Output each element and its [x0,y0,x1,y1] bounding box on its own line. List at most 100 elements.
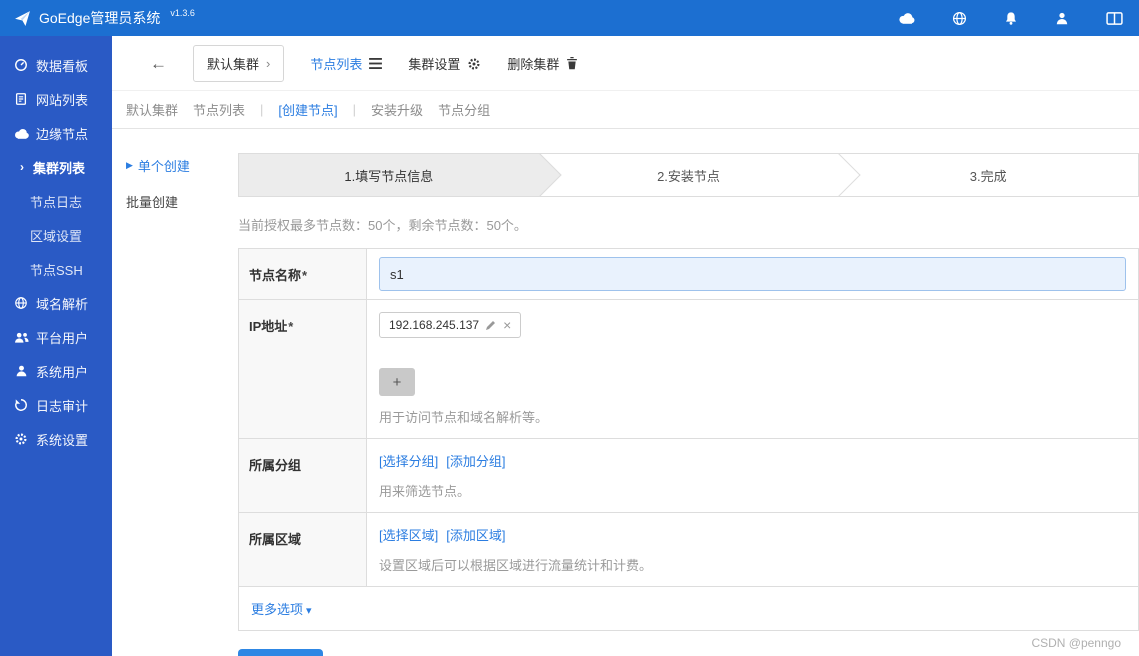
main-area: ← 默认集群 › 节点列表 集群设置 删除集群 默认集群 节点列表 | [创建节… [112,36,1139,656]
add-ip-button[interactable]: + [379,368,415,396]
step-label: 3.完成 [969,168,1007,184]
node-name-input[interactable] [379,257,1126,291]
required-asterisk: * [302,268,308,283]
bell-icon[interactable] [1004,11,1018,26]
remove-ip-icon[interactable]: × [503,318,511,332]
tab-label: 默认集群 [207,57,260,72]
breadcrumb-node-group[interactable]: 节点分组 [438,100,490,119]
add-group-link[interactable]: [添加分组] [446,451,505,470]
breadcrumb: 默认集群 节点列表 | [创建节点] | 安装升级 节点分组 [112,91,1139,129]
sidebar-item-label: 日志审计 [36,398,89,414]
sidebar-item-dashboard[interactable]: 数据看板 [0,48,112,82]
brand: GoEdge管理员系统 v1.3.6 [14,8,195,28]
sidebar-item-system-users[interactable]: 系统用户 [0,354,112,388]
add-region-link[interactable]: [添加区域] [446,525,505,544]
sidebar-item-label: 平台用户 [36,330,89,346]
ip-address-value: 192.168.245.137 [389,318,480,332]
subnav-label: 单个创建 [137,159,190,174]
sidebar-item-node-ssh[interactable]: 节点SSH [0,252,112,286]
topbar: GoEdge管理员系统 v1.3.6 [0,0,1139,36]
tab-label: 节点列表 [310,57,363,72]
ip-help-text: 用于访问节点和域名解析等。 [379,410,549,425]
sidebar-item-audit-logs[interactable]: 日志审计 [0,388,112,422]
list-icon [369,58,383,69]
breadcrumb-node-list[interactable]: 节点列表 [193,100,245,119]
sidebar-item-label: 节点SSH [30,262,83,278]
sidebar-item-label: 边缘节点 [36,126,89,142]
audit-icon [13,398,29,412]
cloud-icon[interactable] [898,12,915,24]
step-label: 2.安装节点 [657,168,720,184]
ime-keyboard-icon[interactable] [1106,11,1123,25]
triangle-marker-icon: ▶ [126,160,133,170]
dashboard-icon [13,58,29,72]
website-list-icon [13,92,29,106]
tabbar: ← 默认集群 › 节点列表 集群设置 删除集群 [112,36,1139,91]
back-button[interactable]: ← [150,55,167,72]
select-region-link[interactable]: [选择区域] [379,525,438,544]
subnav-item-batch-create[interactable]: 批量创建 [126,192,238,211]
form-row-more-options: 更多选项 ▾ [239,587,1138,630]
tab-default-cluster[interactable]: 默认集群 › [193,45,285,82]
node-form: 节点名称* IP地址* 192 [238,248,1139,631]
sidebar-item-website-list[interactable]: 网站列表 [0,82,112,116]
more-options-link[interactable]: 更多选项 ▾ [251,602,312,617]
edit-pencil-icon[interactable] [486,320,496,330]
field-label: 所属区域 [239,513,367,586]
sidebar-item-edge-nodes[interactable]: 边缘节点 [0,116,112,150]
dns-icon [13,296,29,310]
edge-node-icon [13,128,29,139]
form-row-group: 所属分组 [选择分组] [添加分组] 用来筛选节点。 [239,439,1138,513]
breadcrumb-separator: | [260,102,264,117]
create-mode-nav: ▶ 单个创建 批量创建 [126,143,238,656]
quota-text: 当前授权最多节点数：50个，剩余节点数：50个。 [238,218,527,233]
settings-icon [13,432,29,446]
sidebar-item-label: 区域设置 [30,228,83,244]
subnav-label: 批量创建 [126,195,179,210]
user-icon[interactable] [1055,11,1069,26]
sidebar-item-platform-users[interactable]: 平台用户 [0,320,112,354]
sidebar-item-dns[interactable]: 域名解析 [0,286,112,320]
tab-cluster-settings[interactable]: 集群设置 [408,54,481,73]
sidebar-item-label: 系统用户 [36,364,89,380]
content: ▶ 单个创建 批量创建 1.填写节点信息 2.安装节点 3.完成 当前授权最多节… [112,129,1139,656]
watermark: CSDN @penngo [1031,636,1121,650]
field-label: 节点名称* [239,249,367,299]
tab-delete-cluster[interactable]: 删除集群 [507,54,578,73]
required-asterisk: * [288,319,294,334]
select-group-link[interactable]: [选择分组] [379,451,438,470]
tab-node-list[interactable]: 节点列表 [310,54,383,73]
sidebar: 数据看板 网站列表 边缘节点 › 集群列表 节点日志 区域设置 节点SSH 域名… [0,36,112,656]
system-users-icon [13,364,29,378]
sidebar-item-cluster-list[interactable]: › 集群列表 [0,150,112,184]
sidebar-item-label: 集群列表 [33,160,86,176]
wizard-step-3: 3.完成 [838,154,1138,196]
sidebar-item-label: 节点日志 [30,194,83,210]
trash-icon [566,57,578,70]
group-help-text: 用来筛选节点。 [379,484,471,499]
sidebar-item-system-settings[interactable]: 系统设置 [0,422,112,456]
topbar-icons [898,11,1123,26]
create-node-panel: 1.填写节点信息 2.安装节点 3.完成 当前授权最多节点数：50个，剩余节点数… [238,143,1139,656]
step-label: 1.填写节点信息 [344,168,434,184]
sidebar-item-node-logs[interactable]: 节点日志 [0,184,112,218]
active-marker: › [20,160,24,174]
breadcrumb-install-upgrade[interactable]: 安装升级 [371,100,423,119]
sidebar-item-label: 系统设置 [36,432,89,448]
chevron-down-icon: ▾ [306,605,312,617]
globe-icon[interactable] [952,11,967,26]
next-step-button[interactable]: 下一步 [238,649,324,656]
ip-address-tag: 192.168.245.137 × [379,312,522,338]
form-row-node-name: 节点名称* [239,249,1138,300]
form-row-ip: IP地址* 192.168.245.137 × + 用于访问节点和域名解析等。 [239,300,1138,439]
app-version: v1.3.6 [170,8,195,18]
app-title: GoEdge管理员系统 [39,10,161,26]
sidebar-item-region-settings[interactable]: 区域设置 [0,218,112,252]
form-row-region: 所属区域 [选择区域] [添加区域] 设置区域后可以根据区域进行流量统计和计费。 [239,513,1138,587]
subnav-item-single-create[interactable]: ▶ 单个创建 [126,156,238,175]
tab-label: 删除集群 [507,57,560,72]
breadcrumb-cluster[interactable]: 默认集群 [126,100,178,119]
wizard-steps: 1.填写节点信息 2.安装节点 3.完成 [238,153,1139,197]
breadcrumb-create-node[interactable]: [创建节点] [278,100,337,119]
goedge-logo-icon [14,10,31,27]
